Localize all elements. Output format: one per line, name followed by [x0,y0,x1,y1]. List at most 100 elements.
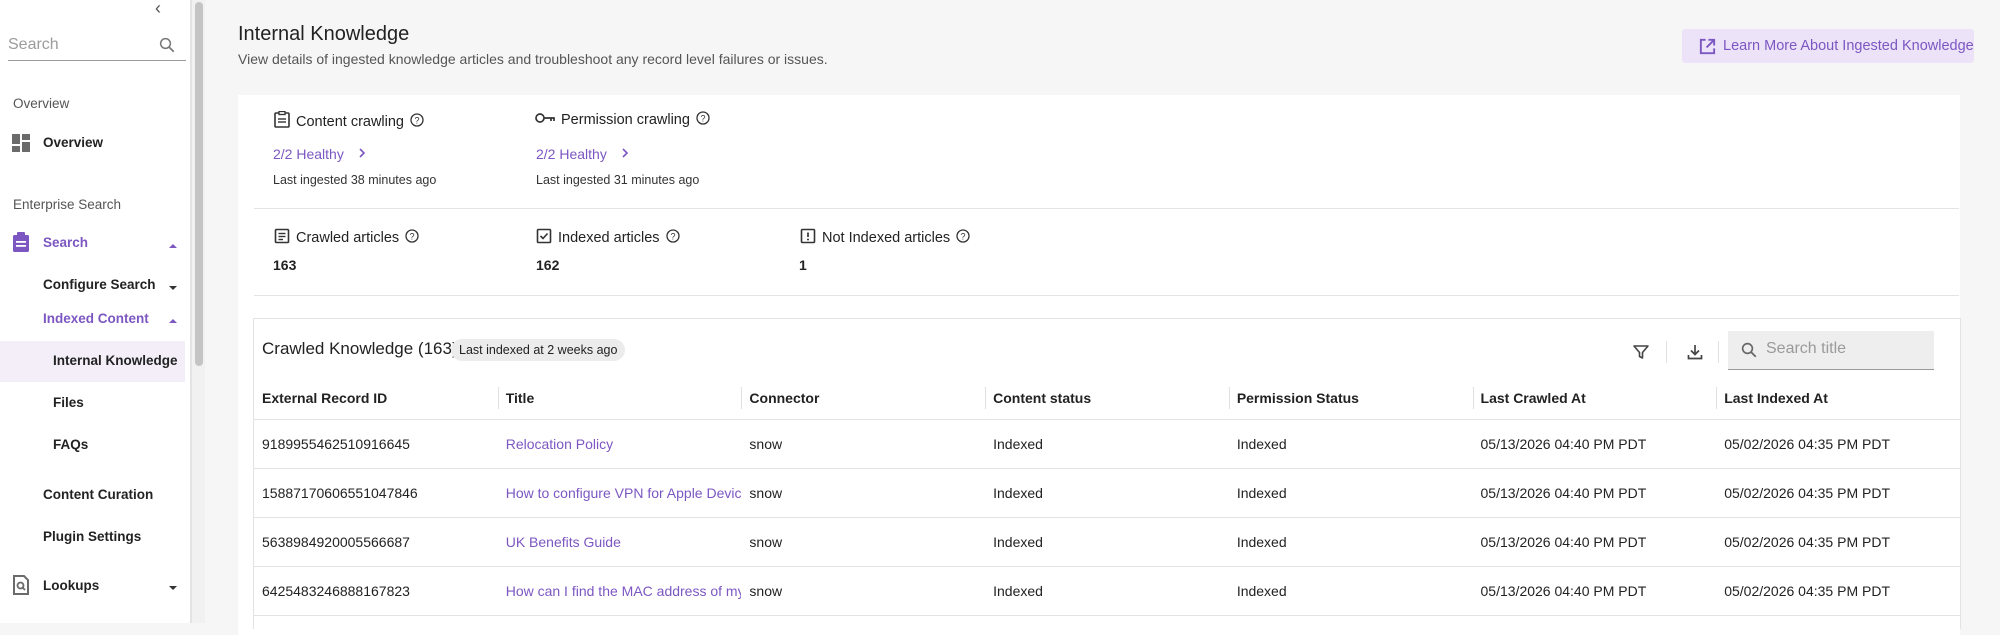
crawled-articles-text: Crawled articles [296,230,400,246]
chevron-right-icon [358,146,366,162]
stats-divider [254,295,1959,296]
table-search[interactable] [1728,331,1934,370]
column-header-label: Last Crawled At [1480,390,1586,406]
column-header-label: Title [505,390,535,406]
sidebar-item-overview[interactable]: Overview [43,135,103,150]
permission-status-cell: Indexed [1228,566,1473,616]
column-separator [497,387,499,409]
help-icon[interactable]: ? [696,111,710,129]
content-crawling-health: 2/2 Healthy [273,146,344,162]
connector-cell: snow [741,419,986,469]
record-id-cell: 5638984920005566687 [254,517,498,567]
column-separator [1472,387,1474,409]
sidebar-item-lookups[interactable]: Lookups [43,578,99,593]
search-icon [1740,341,1758,364]
permission-status-cell: Indexed [1228,419,1473,469]
column-header[interactable]: Permission Status [1228,377,1473,420]
learn-more-label: Learn More About Ingested Knowledge [1723,38,1974,54]
record-id-cell: 6425483246888167823 [254,566,498,616]
content-status-cell: Indexed [985,468,1229,518]
page-title: Internal Knowledge [238,23,410,45]
sidebar: ‹ Overview Overview Enterprise Search Se… [0,0,191,623]
last-crawled-cell: 05/13/2026 04:40 PM PDT [1472,468,1717,518]
sidebar-item-internal-knowledge[interactable]: Internal Knowledge [53,353,178,368]
document-icon [274,228,290,248]
column-header[interactable]: Last Crawled At [1472,377,1717,420]
chevron-up-icon[interactable] [168,313,178,323]
sidebar-item-indexed-content[interactable]: Indexed Content [43,311,149,326]
help-icon[interactable]: ? [410,112,424,131]
sidebar-scrollbar[interactable] [191,0,205,623]
record-id-cell: 15887170606551047846 [254,468,498,518]
not-indexed-articles-value: 1 [799,257,807,273]
connector-cell: snow [741,517,986,567]
permission-crawling-health-link[interactable]: 2/2 Healthy [536,146,629,162]
section-enterprise-label: Enterprise Search [13,197,122,212]
clipboard-icon [274,110,290,132]
sidebar-item-search[interactable]: Search [43,235,88,250]
svg-text:?: ? [961,231,966,241]
column-header[interactable]: Content status [985,377,1229,420]
alert-document-icon [800,228,816,248]
page-subtitle: View details of ingested knowledge artic… [238,51,828,67]
table-search-input[interactable] [1764,339,1928,359]
column-separator [985,387,987,409]
column-header[interactable]: Connector [741,377,986,420]
column-header[interactable]: Title [497,377,742,420]
table-row[interactable]: 6425483246888167823 How can I find the M… [254,566,1960,616]
column-header-label: Connector [749,390,820,406]
dashboard-icon [12,134,30,157]
sidebar-item-configure-search[interactable]: Configure Search [43,277,156,292]
column-header[interactable]: Last Indexed At [1716,377,1960,420]
table-row[interactable]: 5638984920005566687 UK Benefits Guide sn… [254,517,1960,567]
column-header[interactable]: External Record ID [254,377,498,420]
sidebar-item-content-curation[interactable]: Content Curation [43,487,153,502]
indexed-articles-label: Indexed articles ? [536,228,680,248]
content-crawling-health-link[interactable]: 2/2 Healthy [273,146,366,162]
last-crawled-cell: 05/13/2026 04:40 PM PDT [1472,517,1717,567]
title-link[interactable]: How can I find the MAC address of my dev… [497,566,742,616]
scrollbar-thumb[interactable] [195,2,203,366]
not-indexed-articles-label: Not Indexed articles ? [800,228,970,248]
title-link[interactable]: UK Benefits Guide [497,517,742,567]
crawled-articles-value: 163 [273,257,297,273]
last-indexed-cell: 05/02/2026 04:35 PM PDT [1716,419,1960,469]
stats-divider [254,208,1959,209]
connector-cell: snow [741,468,986,518]
last-crawled-cell: 05/13/2026 04:40 PM PDT [1472,566,1717,616]
last-indexed-cell: 05/02/2026 04:35 PM PDT [1716,566,1960,616]
title-link[interactable]: How to configure VPN for Apple Devices [497,468,742,518]
sidebar-item-faqs[interactable]: FAQs [53,437,88,452]
crawled-knowledge-card: Crawled Knowledge (163) Last indexed at … [253,318,1961,629]
filter-icon[interactable] [1628,339,1654,365]
sidebar-search[interactable] [8,32,186,61]
last-indexed-badge: Last indexed at 2 weeks ago [451,339,626,361]
download-icon[interactable] [1682,339,1708,365]
permission-crawling-health: 2/2 Healthy [536,146,607,162]
search-icon[interactable] [158,36,176,59]
table-row[interactable]: 15887170606551047846 How to configure VP… [254,468,1960,518]
indexed-articles-text: Indexed articles [558,230,660,246]
knowledge-table: External Record ID Title Connector Conte… [254,377,1960,616]
sidebar-item-plugin-settings[interactable]: Plugin Settings [43,529,141,544]
permission-status-cell: Indexed [1228,468,1473,518]
collapse-sidebar-icon[interactable]: ‹ [148,0,168,18]
help-icon[interactable]: ? [405,229,419,247]
content-crawling-last: Last ingested 38 minutes ago [273,173,437,187]
title-link[interactable]: Relocation Policy [497,419,742,469]
help-icon[interactable]: ? [665,229,680,247]
learn-more-button[interactable]: Learn More About Ingested Knowledge [1682,29,1974,63]
chevron-down-icon[interactable] [168,580,178,590]
record-id-cell: 9189955462510916645 [254,419,498,469]
svg-text:?: ? [700,113,705,123]
column-separator [741,387,743,409]
chevron-down-icon[interactable] [168,280,178,290]
chevron-up-icon[interactable] [168,238,178,248]
sidebar-item-files[interactable]: Files [53,395,84,410]
help-icon[interactable]: ? [956,229,970,247]
connector-cell: snow [741,566,986,616]
svg-text:?: ? [414,115,419,125]
column-header-label: Content status [993,390,1092,406]
sidebar-search-input[interactable] [8,32,148,58]
table-row[interactable]: 9189955462510916645 Relocation Policy sn… [254,419,1960,469]
